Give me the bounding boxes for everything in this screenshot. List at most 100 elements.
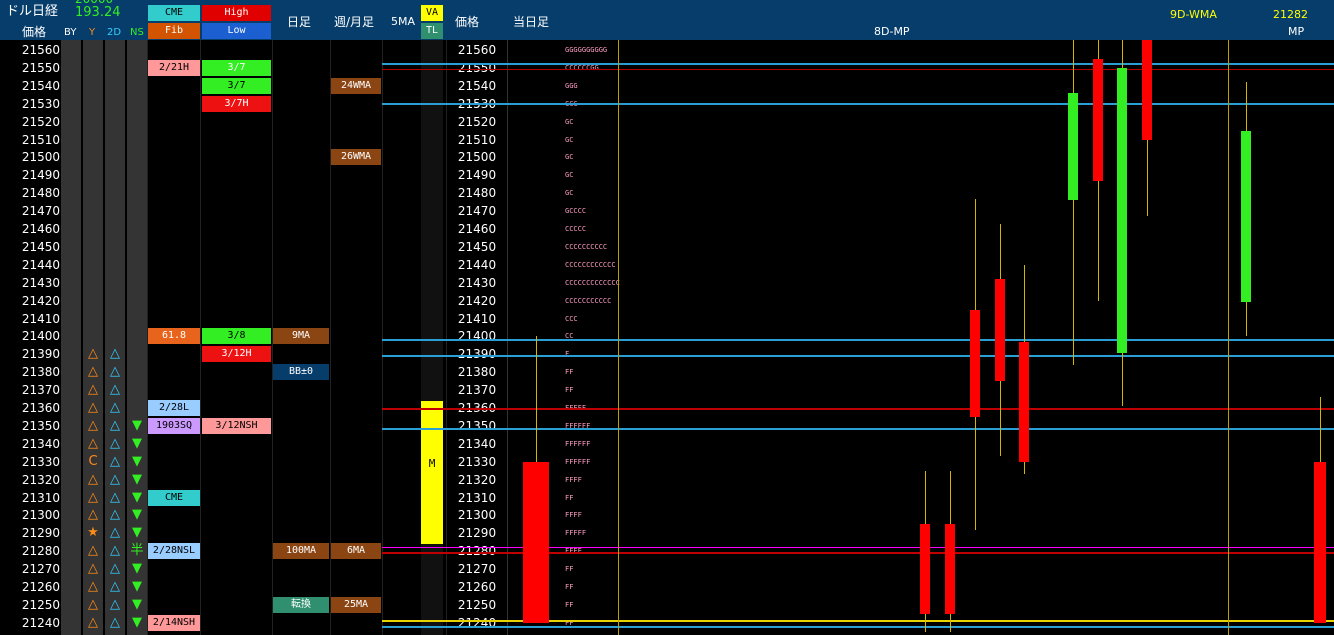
wma-value: 21282	[1273, 8, 1308, 21]
tpo-row: GGGGGGGGGG	[565, 46, 608, 54]
price-label-right: 21540	[457, 78, 497, 93]
y-mark: △	[88, 561, 98, 577]
price-label: 21360	[21, 401, 60, 415]
price-label-right: 21340	[457, 436, 497, 451]
cme-label: 2/28L	[148, 400, 200, 416]
ns-mark: 半	[130, 543, 144, 559]
candle-bear	[1142, 40, 1152, 140]
tpo-row: FFFFFF	[565, 457, 591, 466]
price-label: 21480	[21, 186, 60, 201]
price-label: 21340	[21, 436, 60, 451]
daily-header: 日足	[287, 15, 312, 29]
price-label: 21380	[21, 365, 60, 380]
y-mark: △	[88, 435, 98, 451]
value-area-band	[421, 401, 443, 544]
y-mark: △	[88, 346, 98, 362]
twod-mark: △	[110, 346, 120, 362]
twod-mark: △	[110, 579, 120, 594]
tpo-row: CCCCCCCCCCCC	[565, 260, 616, 269]
cme-label: CME	[148, 489, 200, 506]
ns-mark: ▼	[132, 614, 142, 630]
price-label: 21540	[21, 78, 60, 93]
line-blue-21530	[382, 103, 1334, 105]
tl-header: TL	[421, 23, 443, 39]
price-label: 21440	[21, 257, 60, 272]
cme-label: 1903SQ	[148, 417, 200, 434]
twod-mark: △	[110, 364, 120, 380]
low-header: Low	[202, 23, 271, 39]
price-label: 21490	[21, 168, 60, 183]
price-label-right: 21520	[457, 114, 497, 129]
price-header-2: 価格	[455, 15, 480, 29]
session-line-1	[618, 40, 619, 635]
tpo-row: GC	[565, 135, 574, 144]
candle-bull	[1241, 130, 1251, 303]
price-label: 21460	[21, 222, 60, 236]
twod-mark: △	[110, 614, 120, 630]
highlow-label: 3/7	[202, 77, 271, 94]
price-label-right: 21430	[457, 275, 497, 290]
tpo-row: GCCCC	[565, 207, 587, 216]
candle-bear	[1314, 461, 1326, 623]
weekly-label: 25MA	[331, 596, 381, 613]
price-header: 価格	[22, 25, 47, 39]
tpo-row: FFFF	[565, 511, 582, 520]
price-label: 21260	[21, 580, 60, 594]
highlow-label: 3/8	[202, 328, 271, 345]
price-label: 21530	[21, 96, 60, 111]
tpo-row: CCCCC	[565, 225, 587, 233]
candle-bear	[1093, 58, 1103, 181]
highlow-label: 3/12H	[202, 346, 271, 363]
tpo-row: FFFF	[565, 475, 582, 484]
price-label: 21510	[21, 132, 60, 147]
ns-mark: ▼	[132, 435, 142, 451]
y-mark: △	[88, 489, 98, 505]
tpo-row: GGG	[565, 81, 578, 90]
line-red-21550	[382, 69, 1334, 70]
line-blue-21400	[382, 339, 1334, 341]
tpo-row: CCC	[565, 314, 578, 323]
ns-mark: ▼	[132, 561, 142, 577]
candle-bear	[1019, 341, 1029, 462]
candle-bull	[1117, 67, 1127, 353]
col-by	[61, 40, 81, 635]
price-label: 21520	[21, 114, 60, 129]
y-mark: ★	[87, 525, 99, 541]
twod-mark: △	[110, 489, 120, 505]
ns-mark: ▼	[132, 417, 142, 433]
highlow-label: 3/7	[202, 59, 271, 76]
ns-mark: ▼	[132, 579, 142, 594]
price-label-right: 21450	[457, 239, 497, 254]
twod-mark: △	[110, 525, 120, 541]
daily-label: 9MA	[273, 328, 329, 345]
twod-mark: △	[110, 400, 120, 415]
price-label-right: 21410	[457, 311, 497, 326]
twod-mark: △	[110, 543, 120, 559]
col-va	[421, 40, 443, 635]
va-header: VA	[421, 5, 443, 21]
price-label-right: 21500	[457, 150, 497, 165]
tpo-row: FF	[565, 600, 574, 609]
tpo-row: GC	[565, 171, 574, 180]
tpo-row: FF	[565, 368, 574, 377]
price-label-right: 21300	[457, 508, 497, 523]
price-label-right: 21270	[457, 562, 497, 577]
tpo-row: FF	[565, 565, 574, 574]
candle-bear	[995, 279, 1005, 382]
price-label-right: 21260	[457, 580, 497, 594]
price-label-right: 21350	[457, 418, 497, 433]
price-label-right: 21510	[457, 132, 497, 147]
candle-bear	[945, 524, 955, 614]
header-bar	[0, 0, 1334, 40]
2d-header: 2D	[107, 27, 122, 38]
y-mark: △	[88, 596, 98, 612]
twod-mark: △	[110, 417, 120, 433]
ns-mark: ▼	[132, 507, 142, 523]
price-label: 21310	[21, 490, 60, 505]
tpo-row: GC	[565, 189, 574, 198]
ns-mark: ▼	[132, 596, 142, 612]
tpo-row: GC	[565, 117, 574, 126]
ns-mark: ▼	[132, 471, 142, 487]
twod-mark: △	[110, 596, 120, 612]
divider-7	[507, 40, 508, 635]
